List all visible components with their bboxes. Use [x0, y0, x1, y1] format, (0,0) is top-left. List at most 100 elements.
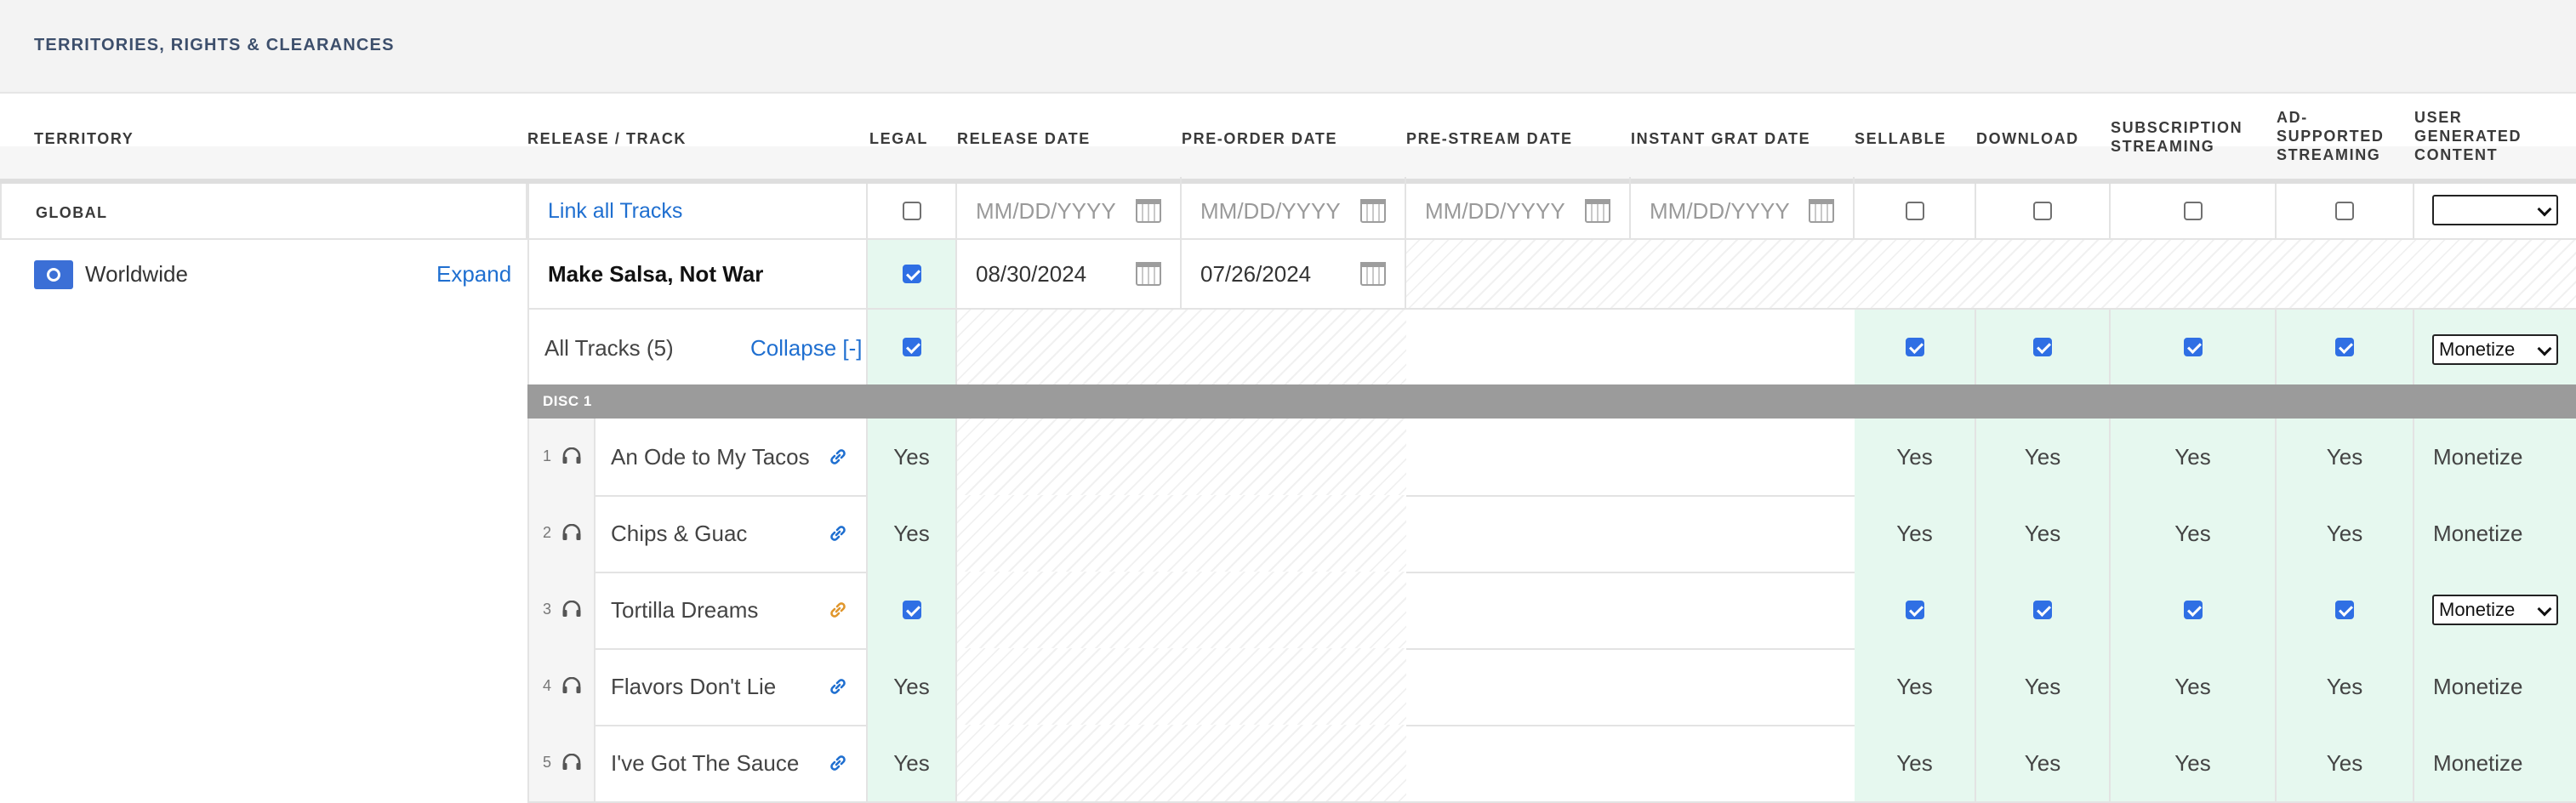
track-ugc-cell: Monetize: [2414, 495, 2576, 572]
track-sellable-value: Yes: [1896, 749, 1933, 776]
calendar-icon[interactable]: [1360, 262, 1386, 286]
track-number: 3: [543, 601, 552, 618]
all-tracks-legal-checkbox[interactable]: [902, 338, 921, 356]
global-legal-checkbox[interactable]: [902, 202, 921, 220]
track-sellable-cell: Yes: [1855, 648, 1976, 725]
track-legal-value: Yes: [893, 520, 930, 546]
track-adsupported-checkbox[interactable]: [2335, 601, 2354, 619]
col-preorder-date: PRE-ORDER DATE: [1182, 130, 1338, 147]
col-release-date: RELEASE DATE: [957, 130, 1091, 147]
track-ugc-cell: Monetize: [2414, 572, 2576, 648]
track-title-cell: Tortilla Dreams: [596, 572, 868, 648]
track-sellable-value: Yes: [1896, 443, 1933, 470]
track-ad-supported-cell: Yes: [2277, 495, 2414, 572]
track-sellable-cell: [1855, 572, 1976, 648]
all-tracks-download-checkbox[interactable]: [2033, 338, 2052, 356]
col-sellable: SELLABLE: [1855, 130, 1946, 147]
global-release-date-input[interactable]: MM/DD/YYYY: [957, 177, 1182, 245]
track-sellable-value: Yes: [1896, 673, 1933, 699]
chevron-down-icon: [2537, 202, 2552, 217]
all-tracks-ad-supported-cell: [2277, 310, 2414, 384]
release-legal-checkbox[interactable]: [902, 265, 921, 283]
all-tracks-sellable-checkbox[interactable]: [1905, 338, 1924, 356]
global-row-label-cell: GLOBAL: [0, 184, 527, 238]
track-number: 1: [543, 447, 552, 464]
link-icon[interactable]: [827, 599, 849, 621]
global-subscription-checkbox[interactable]: [2183, 202, 2203, 220]
link-icon[interactable]: [827, 675, 849, 698]
track-ugc-select[interactable]: Monetize: [2432, 595, 2558, 625]
global-sellable-checkbox[interactable]: [1905, 202, 1924, 220]
headphones-icon: [562, 524, 581, 540]
track-legal-cell: Yes: [868, 725, 957, 801]
link-all-tracks[interactable]: Link all Tracks: [548, 199, 682, 224]
col-release-track: RELEASE / TRACK: [527, 130, 687, 147]
expand-link[interactable]: Expand: [436, 261, 511, 288]
preorder-date-input[interactable]: 07/26/2024: [1182, 240, 1406, 308]
all-tracks-sellable-cell: [1855, 310, 1976, 384]
all-tracks-ad-supported-checkbox[interactable]: [2335, 338, 2354, 356]
track-download-value: Yes: [2024, 443, 2061, 470]
track-subscription-cell: Yes: [2111, 648, 2277, 725]
track-download-cell: Yes: [1976, 648, 2111, 725]
all-tracks-subscription-checkbox[interactable]: [2183, 338, 2203, 356]
track-sellable-cell: Yes: [1855, 495, 1976, 572]
link-icon[interactable]: [827, 446, 849, 468]
track-subscription-cell: Yes: [2111, 419, 2277, 495]
track-disabled-dates: [957, 495, 1406, 572]
track-disabled-dates: [957, 419, 1406, 495]
calendar-icon[interactable]: [1360, 199, 1386, 223]
all-tracks-subscription-cell: [2111, 310, 2277, 384]
track-number: 4: [543, 677, 552, 694]
global-download-checkbox[interactable]: [2033, 202, 2052, 220]
global-preorder-date-input[interactable]: MM/DD/YYYY: [1182, 177, 1406, 245]
col-ad-supported-streaming: AD- SUPPORTED STREAMING: [2277, 109, 2385, 163]
global-download-cell: [1976, 184, 2111, 238]
track-download-checkbox[interactable]: [2033, 601, 2052, 619]
chevron-down-icon: [2537, 601, 2552, 617]
collapse-link[interactable]: Collapse [-]: [750, 335, 863, 362]
calendar-icon[interactable]: [1809, 199, 1834, 223]
track-legal-value: Yes: [893, 673, 930, 699]
track-subscription-value: Yes: [2174, 520, 2211, 546]
track-sellable-cell: Yes: [1855, 725, 1976, 801]
track-ugc-value: Monetize: [2433, 749, 2523, 776]
col-download: DOWNLOAD: [1976, 130, 2079, 147]
track-number-cell: 1: [527, 419, 596, 495]
track-legal-cell: Yes: [868, 495, 957, 572]
global-prestream-date-input[interactable]: MM/DD/YYYY: [1406, 177, 1631, 245]
track-ugc-cell: Monetize: [2414, 648, 2576, 725]
track-sellable-checkbox[interactable]: [1905, 601, 1924, 619]
calendar-icon[interactable]: [1136, 262, 1161, 286]
link-icon[interactable]: [827, 522, 849, 544]
track-ad-supported-cell: [2277, 572, 2414, 648]
col-instant-grat-date: INSTANT GRAT DATE: [1631, 130, 1811, 147]
global-ugc-select[interactable]: [2432, 195, 2558, 225]
track-ugc-cell: Monetize: [2414, 725, 2576, 801]
track-download-value: Yes: [2024, 520, 2061, 546]
link-icon[interactable]: [827, 752, 849, 774]
track-number-cell: 3: [527, 572, 596, 648]
headphones-icon: [562, 601, 581, 617]
track-subscription-checkbox[interactable]: [2183, 601, 2203, 619]
calendar-icon[interactable]: [1585, 199, 1610, 223]
global-instant-grat-date-input[interactable]: MM/DD/YYYY: [1631, 177, 1855, 245]
headphones-icon: [562, 447, 581, 464]
calendar-icon[interactable]: [1136, 199, 1161, 223]
track-disabled-dates: [957, 725, 1406, 801]
chevron-down-icon: [2537, 341, 2552, 356]
release-title-cell: Make Salsa, Not War: [527, 240, 868, 308]
track-ad-supported-cell: Yes: [2277, 725, 2414, 801]
global-ad-supported-checkbox[interactable]: [2335, 202, 2354, 220]
all-tracks-ugc-select[interactable]: Monetize: [2432, 334, 2558, 365]
global-subscription-cell: [2111, 184, 2277, 238]
track-title-cell: I've Got The Sauce: [596, 725, 868, 801]
track-sellable-cell: Yes: [1855, 419, 1976, 495]
track-legal-checkbox[interactable]: [902, 601, 921, 619]
track-subscription-cell: Yes: [2111, 725, 2277, 801]
track-number-cell: 2: [527, 495, 596, 572]
all-tracks-download-cell: [1976, 310, 2111, 384]
track-title-cell: Chips & Guac: [596, 495, 868, 572]
headphones-icon: [562, 677, 581, 693]
release-date-input[interactable]: 08/30/2024: [957, 240, 1182, 308]
